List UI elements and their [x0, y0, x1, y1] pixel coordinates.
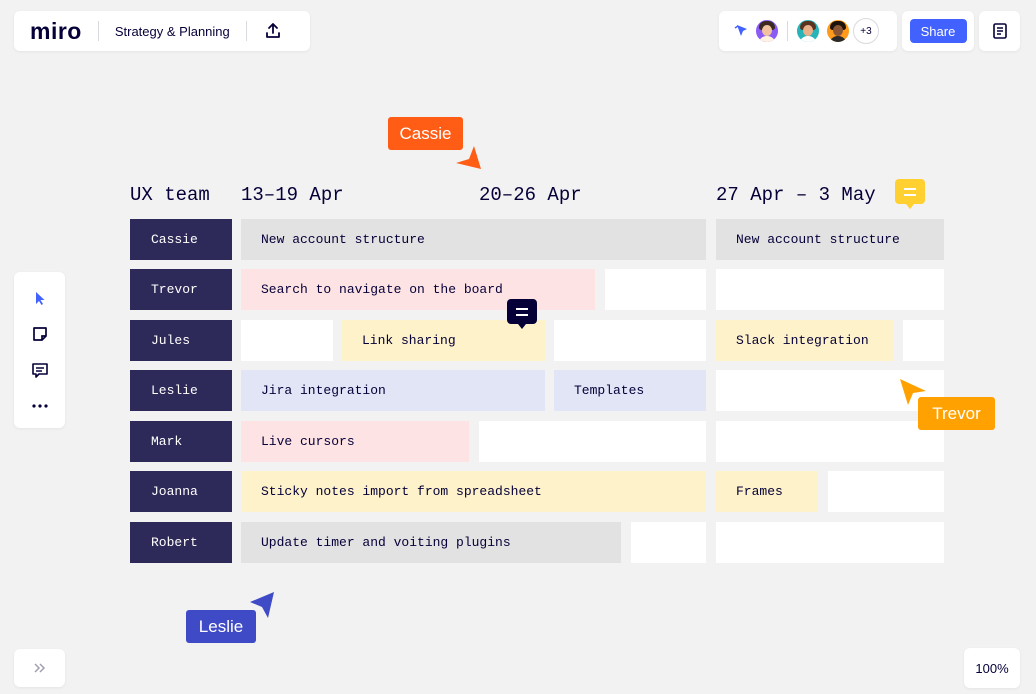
- team-header: UX team: [130, 184, 210, 206]
- share-bar: Share: [902, 11, 974, 51]
- task-card[interactable]: New account structure: [241, 219, 706, 260]
- week-header: 20–26 Apr: [479, 184, 582, 206]
- empty-cell[interactable]: [631, 522, 706, 563]
- task-card[interactable]: New account structure: [716, 219, 944, 260]
- zoom-level[interactable]: 100%: [964, 648, 1020, 688]
- comment-icon: [516, 307, 528, 316]
- member-label[interactable]: Jules: [130, 320, 232, 361]
- cursor-arrow-icon: [456, 146, 481, 169]
- member-label[interactable]: Robert: [130, 522, 232, 563]
- empty-cell[interactable]: [716, 269, 944, 310]
- divider: [97, 21, 99, 41]
- cursor-select-icon[interactable]: [28, 286, 52, 310]
- board-title[interactable]: Strategy & Planning: [115, 24, 230, 39]
- left-toolbar: [14, 272, 65, 428]
- sticky-note-icon[interactable]: [28, 322, 52, 346]
- more-icon[interactable]: [28, 394, 52, 418]
- member-label[interactable]: Cassie: [130, 219, 232, 260]
- avatar[interactable]: [825, 18, 851, 44]
- empty-cell[interactable]: [554, 320, 706, 361]
- avatar[interactable]: [754, 18, 780, 44]
- task-card[interactable]: Jira integration: [241, 370, 545, 411]
- comment-icon: [904, 187, 916, 196]
- member-label[interactable]: Leslie: [130, 370, 232, 411]
- comment-bubble[interactable]: [895, 179, 925, 209]
- empty-cell[interactable]: [605, 269, 706, 310]
- member-label[interactable]: Trevor: [130, 269, 232, 310]
- share-button[interactable]: Share: [909, 19, 967, 43]
- miro-logo[interactable]: miro: [30, 18, 82, 45]
- empty-cell[interactable]: [716, 522, 944, 563]
- chevrons-right-icon: [33, 661, 47, 676]
- follow-cursor-icon[interactable]: [733, 22, 751, 40]
- divider: [787, 21, 788, 41]
- task-card[interactable]: Update timer and voiting plugins: [241, 522, 621, 563]
- cursor-label-leslie: Leslie: [186, 610, 256, 643]
- task-card[interactable]: Slack integration: [716, 320, 893, 361]
- cursor-label-cassie: Cassie: [388, 117, 463, 150]
- comment-icon[interactable]: [28, 358, 52, 382]
- empty-cell[interactable]: [241, 320, 333, 361]
- task-card[interactable]: Sticky notes import from spreadsheet: [241, 471, 706, 512]
- empty-cell[interactable]: [479, 421, 706, 462]
- notes-bar: [979, 11, 1020, 51]
- task-card[interactable]: Live cursors: [241, 421, 469, 462]
- comment-bubble[interactable]: [507, 299, 537, 329]
- task-card[interactable]: Search to navigate on the board: [241, 269, 595, 310]
- board-bar: miro Strategy & Planning: [14, 11, 310, 51]
- task-card[interactable]: Link sharing: [342, 320, 545, 361]
- upload-icon[interactable]: [261, 19, 285, 43]
- avatar[interactable]: [795, 18, 821, 44]
- notes-icon[interactable]: [988, 19, 1012, 43]
- empty-cell[interactable]: [716, 421, 944, 462]
- expand-panel[interactable]: [14, 649, 65, 687]
- cursor-label-trevor: Trevor: [918, 397, 995, 430]
- empty-cell[interactable]: [903, 320, 944, 361]
- task-card[interactable]: Frames: [716, 471, 818, 512]
- member-label[interactable]: Joanna: [130, 471, 232, 512]
- empty-cell[interactable]: [828, 471, 944, 512]
- collaborators-bar: +3: [719, 11, 897, 51]
- more-collaborators-badge[interactable]: +3: [853, 18, 879, 44]
- divider: [245, 21, 247, 41]
- week-header: 13–19 Apr: [241, 184, 344, 206]
- member-label[interactable]: Mark: [130, 421, 232, 462]
- task-card[interactable]: Templates: [554, 370, 706, 411]
- week-header: 27 Apr – 3 May: [716, 184, 876, 206]
